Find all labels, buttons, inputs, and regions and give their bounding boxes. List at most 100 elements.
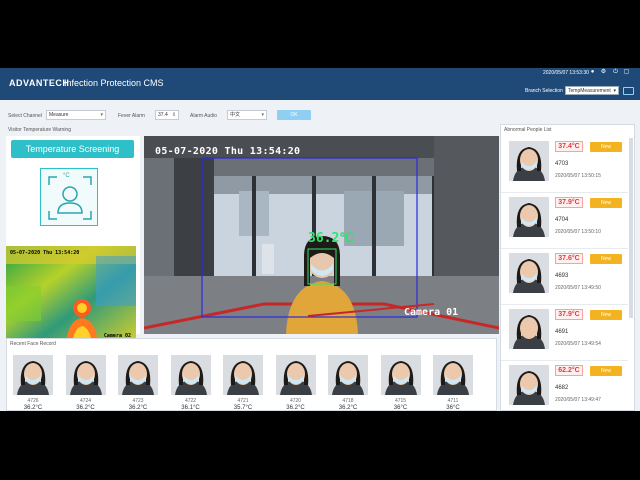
abnormal-temperature: 37.6°C (555, 253, 583, 264)
channel-label: Select Channel (8, 113, 42, 119)
live-camera-feed[interactable]: 05-07-2020 Thu 13:54:20 36.2℃ Camera 01 (144, 136, 499, 334)
abnormal-face-thumbnail (509, 253, 549, 293)
face-id: 4723 (132, 398, 144, 404)
chevron-down-icon: ▾ (613, 88, 616, 94)
alarm-audio-select[interactable]: 中文 ▾ (227, 110, 267, 120)
expand-icon[interactable]: ▢ (623, 69, 630, 76)
visitor-panel-title: Visitor Temperature Warning (8, 127, 71, 133)
abnormal-id: 4691 (555, 329, 569, 335)
abnormal-time: 2020/05/07 13:50:10 (555, 229, 601, 235)
face-temperature: 36.2°C (128, 405, 148, 411)
face-temperature: 36.2°C (338, 405, 358, 411)
face-thumbnail (65, 355, 106, 395)
abnormal-time: 2020/05/07 13:50:15 (555, 173, 601, 179)
face-id: 4715 (394, 398, 407, 404)
channel-value: Measure (49, 112, 69, 118)
face-id: 4711 (447, 398, 459, 404)
camera-timestamp: 05-07-2020 Thu 13:54:20 (155, 146, 301, 157)
abnormal-face-thumbnail (509, 141, 549, 181)
cms-app: ADVANTECH Infection Protection CMS 2020/… (0, 68, 640, 411)
fever-alarm-value: 37.4 (158, 112, 168, 118)
ok-button[interactable]: OK (277, 110, 311, 120)
power-icon[interactable]: ⏻ (612, 69, 619, 76)
face-id: 4718 (342, 398, 354, 404)
new-badge[interactable]: New (590, 198, 622, 208)
abnormal-person-item[interactable]: 62.2°C New 4682 2020/05/07 13:49:47 (501, 361, 628, 411)
new-badge[interactable]: New (590, 142, 622, 152)
face-id: 4726 (27, 398, 39, 404)
abnormal-person-item[interactable]: 37.6°C New 4693 2020/05/07 13:49:50 (501, 249, 628, 305)
recent-panel-title: Recent Face Record (10, 341, 56, 347)
abnormal-face-thumbnail (509, 309, 549, 349)
face-temperature: 36.2°C (286, 405, 305, 411)
new-badge[interactable]: New (590, 254, 622, 264)
gear-icon[interactable]: ⚙ (600, 69, 607, 76)
abnormal-person-item[interactable]: 37.9°C New 4691 2020/05/07 13:49:54 (501, 305, 628, 361)
face-id: 4724 (79, 398, 92, 404)
monitor-icon[interactable] (623, 87, 634, 95)
fever-alarm-label: Fever Alarm (118, 113, 145, 119)
branch-select[interactable]: TempMeasurement ▾ (565, 86, 619, 95)
abnormal-person-item[interactable]: 37.4°C New 4703 2020/05/07 13:50:15 (501, 137, 628, 193)
screening-title: Temperature Screening (11, 140, 134, 158)
stepper-icon[interactable]: ⇕ (172, 111, 176, 120)
face-photo (509, 141, 549, 181)
video-frame: ADVANTECH Infection Protection CMS 2020/… (0, 0, 640, 480)
abnormal-face-thumbnail (509, 197, 549, 237)
person-outline-icon (48, 176, 92, 220)
camera-name: Camera 01 (404, 307, 459, 318)
face-photo (65, 355, 106, 395)
recent-face-card[interactable]: 4726 36.2°C (13, 355, 53, 411)
branch-selection-label: Branch Selection (525, 88, 563, 94)
fever-alarm-stepper[interactable]: 37.4 ⇕ (155, 110, 179, 120)
recent-face-card[interactable]: 4724 36.2°C (65, 355, 106, 411)
face-photo (223, 355, 263, 395)
abnormal-people-panel: Abnormal People List 37.4°C New 4703 2020/0… (500, 124, 635, 411)
face-thumbnail (275, 355, 316, 395)
control-bar: Select Channel Measure ▾ Fever Alarm 37.… (0, 100, 640, 124)
detected-temperature: 36.2℃ (308, 231, 354, 246)
face-temperature: 36°C (393, 405, 408, 411)
abnormal-id: 4693 (555, 273, 569, 279)
face-photo (509, 365, 549, 405)
recent-face-card[interactable]: 4723 36.2°C (118, 355, 158, 411)
brand-logo: ADVANTECH (9, 78, 70, 88)
thermal-camera-feed[interactable]: 05-07-2020 Thu 13:54:20 Camera 02 (6, 246, 136, 344)
face-photo (170, 355, 211, 395)
channel-select[interactable]: Measure ▾ (46, 110, 106, 120)
face-id: 4721 (237, 398, 249, 404)
recent-face-card[interactable]: 4711 36°C (433, 355, 473, 411)
screening-column: Temperature Screening °C 05-07-2020 Thu … (6, 136, 140, 344)
face-photo (509, 197, 549, 237)
abnormal-temperature: 37.4°C (555, 141, 583, 152)
recent-face-card[interactable]: 4715 36°C (380, 355, 421, 411)
face-temperature: 36.1°C (181, 405, 200, 411)
face-id: 4720 (289, 398, 302, 404)
face-temperature: 35.7°C (233, 405, 253, 411)
header-datetime: 2020/05/07 13:53:30 (543, 70, 589, 76)
recent-face-card[interactable]: 4718 36.2°C (328, 355, 368, 411)
face-temperature: 36°C (446, 405, 460, 411)
chevron-down-icon: ▾ (261, 112, 264, 118)
abnormal-person-item[interactable]: 37.9°C New 4704 2020/05/07 13:50:10 (501, 193, 628, 249)
face-thumbnail (223, 355, 263, 395)
alarm-audio-label: Alarm Audio (190, 113, 217, 119)
face-thumbnail (328, 355, 368, 395)
face-photo (380, 355, 421, 395)
abnormal-time: 2020/05/07 13:49:50 (555, 285, 601, 291)
user-icon[interactable]: ● (589, 69, 596, 76)
recent-face-card[interactable]: 4721 35.7°C (223, 355, 263, 411)
new-badge[interactable]: New (590, 310, 622, 320)
abnormal-time: 2020/05/07 13:49:54 (555, 341, 601, 347)
recent-face-card[interactable]: 4722 36.1°C (170, 355, 211, 411)
abnormal-people-list: 37.4°C New 4703 2020/05/07 13:50:15 37.9°C Ne… (501, 137, 628, 411)
abnormal-face-thumbnail (509, 365, 549, 405)
app-title: Infection Protection CMS (64, 78, 164, 88)
abnormal-scrollbar[interactable] (629, 138, 633, 318)
new-badge[interactable]: New (590, 366, 622, 376)
recent-face-card[interactable]: 4720 36.2°C (275, 355, 316, 411)
chevron-down-icon: ▾ (100, 112, 103, 118)
abnormal-temperature: 62.2°C (555, 365, 583, 376)
abnormal-time: 2020/05/07 13:49:47 (555, 397, 601, 403)
abnormal-id: 4704 (555, 217, 569, 223)
